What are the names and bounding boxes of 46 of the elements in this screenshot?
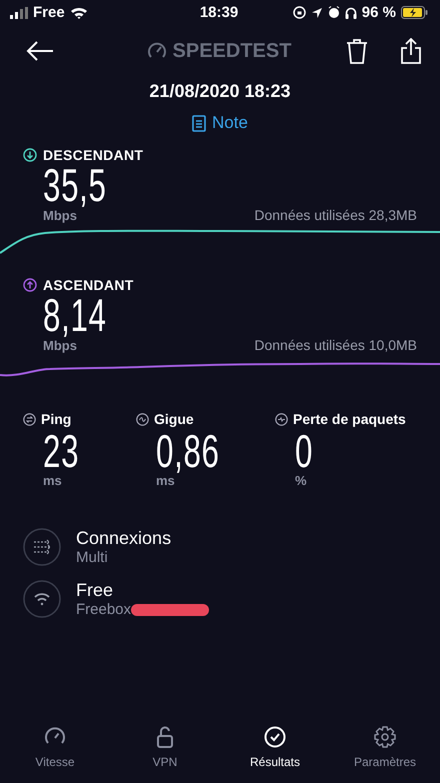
- tab-bar-item[interactable]: Résultats: [225, 721, 325, 773]
- metric-unit: ms: [155, 473, 176, 488]
- location-icon: [310, 6, 323, 18]
- battery-percent: 96 %: [362, 4, 396, 21]
- headphones-icon: [344, 6, 357, 18]
- document-icon: [192, 114, 206, 132]
- carrier-name: Free: [33, 4, 65, 21]
- metric-unit: %: [294, 473, 308, 488]
- wifi-icon: [70, 6, 88, 19]
- data-used-text: Données utilisées 28,3MB: [254, 207, 417, 223]
- rotation-lock-icon: [292, 6, 306, 19]
- test-date: 21/08/2020 18:23: [148, 81, 292, 102]
- detail-subtitle: Multi: [76, 549, 108, 566]
- metric-label: Gigue: [154, 411, 194, 427]
- metric-value: 0: [295, 427, 314, 473]
- detail-title: Connexions: [76, 528, 172, 549]
- detail-title: Free: [76, 580, 114, 601]
- wave-icon: [136, 412, 149, 426]
- battery-icon: [401, 6, 428, 19]
- metric-value: 23: [43, 427, 80, 473]
- speed-value: 35,5: [43, 163, 107, 207]
- pulse-icon: [275, 412, 288, 426]
- signal-icon: [10, 6, 28, 18]
- speed-unit: Mbps: [43, 208, 77, 223]
- speed-value: 8,14: [43, 293, 107, 337]
- detail-subtitle: Freebox: [76, 601, 132, 618]
- metric-unit: ms: [42, 473, 63, 488]
- data-used-text: Données utilisées 10,0MB: [254, 337, 417, 353]
- clock-time: 18:39: [200, 4, 238, 21]
- settings-icon: [373, 725, 397, 749]
- speed-unit: Mbps: [43, 338, 77, 353]
- ping-icon: [23, 412, 36, 426]
- speedtest-logo: SPEEDTEST: [172, 40, 292, 62]
- alarm-icon: [328, 6, 340, 19]
- tab-bar-item[interactable]: Paramètres: [335, 721, 435, 773]
- wifi-icon: [23, 580, 61, 618]
- speed-label: DESCENDANT: [43, 147, 144, 163]
- metric-value: 0,86: [156, 427, 220, 473]
- arrows-icon: [23, 528, 61, 566]
- metric-label: Perte de paquets: [293, 411, 406, 427]
- tab-bar-item[interactable]: Vitesse: [5, 721, 105, 773]
- note-button[interactable]: Note: [190, 111, 250, 135]
- checkmark-icon: [263, 725, 287, 749]
- tab-bar-item[interactable]: VPN: [115, 721, 215, 773]
- metric-label: Ping: [41, 411, 72, 427]
- speed-label: ASCENDANT: [43, 277, 134, 293]
